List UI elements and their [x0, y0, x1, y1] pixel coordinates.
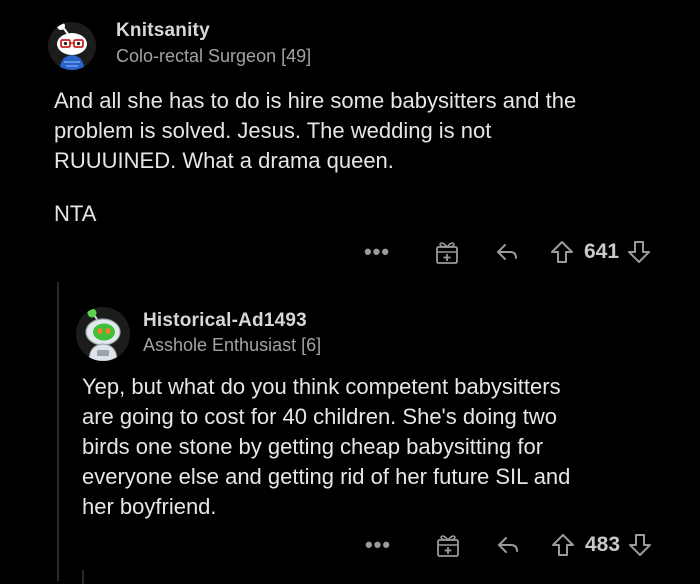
vote-score: 483	[585, 533, 621, 556]
award-icon[interactable]	[433, 532, 463, 558]
comment-body: Yep, but what do you think competent bab…	[82, 374, 571, 519]
username[interactable]: Historical-Ad1493	[143, 310, 307, 332]
award-icon[interactable]	[432, 239, 462, 265]
upvote-icon[interactable]	[548, 239, 576, 265]
more-options-button[interactable]: •••	[361, 532, 395, 558]
upvote-icon[interactable]	[549, 532, 577, 558]
reply-icon[interactable]	[493, 532, 523, 558]
vote-score: 641	[584, 240, 620, 263]
user-flair: Asshole Enthusiast [6]	[143, 335, 322, 355]
comment: Knitsanity Colo-rectal Surgeon [49] And …	[0, 0, 700, 282]
username[interactable]: Knitsanity	[116, 20, 210, 42]
reply-icon[interactable]	[492, 239, 522, 265]
downvote-icon[interactable]	[625, 239, 653, 265]
comment-body: And all she has to do is hire some babys…	[54, 88, 577, 173]
comment-actions: ••• 483	[361, 527, 654, 563]
more-options-button[interactable]: •••	[360, 239, 394, 265]
user-flair: Colo-rectal Surgeon [49]	[116, 46, 312, 66]
downvote-icon[interactable]	[626, 532, 654, 558]
comment-body-verdict: NTA	[54, 201, 97, 226]
thread-line	[82, 570, 84, 584]
comment-reply: Historical-Ad1493 Asshole Enthusiast [6]…	[58, 282, 700, 581]
snoo-avatar-astronaut-icon[interactable]	[76, 307, 130, 361]
snoo-avatar-glasses-icon[interactable]	[48, 22, 96, 70]
comment-actions: ••• 641	[360, 234, 653, 270]
